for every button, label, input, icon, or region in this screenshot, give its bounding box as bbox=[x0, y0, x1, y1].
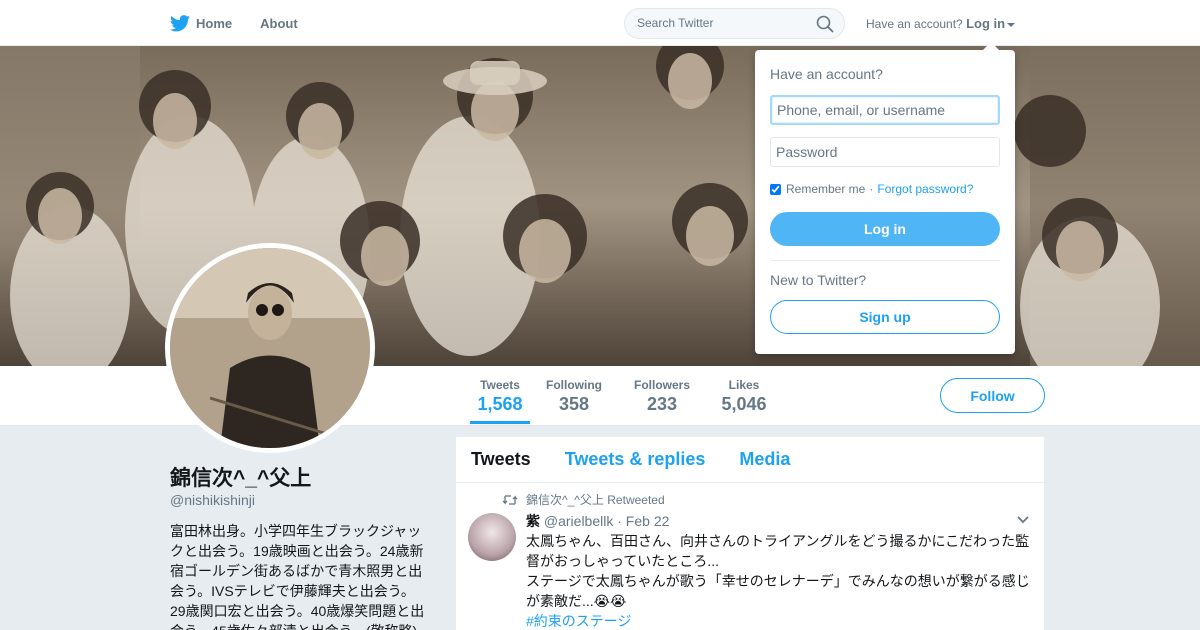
stat-value: 1,568 bbox=[477, 394, 523, 414]
username-field[interactable] bbox=[770, 95, 1000, 125]
home-label: Home bbox=[196, 15, 233, 31]
stat-value: 5,046 bbox=[721, 394, 767, 414]
tab-tweets-replies[interactable]: Tweets & replies bbox=[565, 449, 706, 470]
search-box[interactable] bbox=[624, 8, 845, 39]
login-dropdown: Have an account? Remember me · Forgot pa… bbox=[755, 42, 1015, 354]
new-to-twitter-text: New to Twitter? bbox=[770, 272, 867, 288]
tweet-text: 太鳳ちゃん、百田さん、向井さんのトライアングルをどう撮るかにこだわった監督がおっ… bbox=[526, 531, 1036, 630]
timeline-tabs: Tweets Tweets & replies Media bbox=[456, 437, 1044, 483]
profile-name[interactable]: 錦信次^_^父上 bbox=[170, 462, 311, 492]
signup-button[interactable]: Sign up bbox=[770, 300, 1000, 334]
chevron-down-icon[interactable] bbox=[1016, 515, 1030, 525]
timeline: Tweets Tweets & replies Media 錦信次^_^父上 R… bbox=[456, 437, 1044, 630]
top-navigation-bar: Home About Have an account? Log in bbox=[0, 0, 1200, 46]
stat-label: Followers bbox=[633, 378, 690, 392]
caret-down-icon bbox=[1007, 22, 1016, 27]
tweet-author-name[interactable]: 紫 bbox=[526, 513, 540, 529]
dropdown-title: Have an account? bbox=[770, 66, 883, 82]
search-input[interactable] bbox=[637, 16, 807, 30]
tab-tweets[interactable]: Tweets bbox=[471, 449, 531, 470]
tweet-item[interactable]: 錦信次^_^父上 Retweeted 紫 @arielbellk · Feb 2… bbox=[456, 483, 1044, 630]
about-link[interactable]: About bbox=[260, 16, 298, 31]
tab-media[interactable]: Media bbox=[739, 449, 790, 470]
account-prompt: Have an account? Log in bbox=[866, 16, 1016, 31]
search-icon[interactable] bbox=[816, 15, 834, 33]
avatar-image bbox=[170, 248, 370, 448]
separator-dot: · bbox=[869, 182, 874, 196]
stat-label: Likes bbox=[728, 378, 760, 392]
password-field[interactable] bbox=[770, 137, 1000, 167]
stat-label: Tweets bbox=[480, 378, 520, 392]
profile-avatar[interactable] bbox=[165, 243, 375, 453]
tweet-author-handle[interactable]: @arielbellk bbox=[544, 513, 613, 529]
retweet-icon bbox=[502, 494, 518, 505]
follow-button[interactable]: Follow bbox=[940, 378, 1045, 413]
divider bbox=[770, 260, 1000, 261]
retweet-context: 錦信次^_^父上 Retweeted bbox=[502, 491, 665, 508]
remember-me-checkbox[interactable] bbox=[770, 183, 781, 195]
nav-left: Home About bbox=[170, 0, 298, 46]
stat-tweets[interactable]: Tweets 1,568 bbox=[470, 378, 530, 424]
tweet-date[interactable]: · Feb 22 bbox=[617, 513, 669, 529]
remember-me-label[interactable]: Remember me bbox=[786, 182, 865, 196]
stat-followers[interactable]: Followers 233 bbox=[632, 378, 692, 415]
tweet-text-line: 太鳳ちゃん、百田さん、向井さんのトライアングルをどう撮るかにこだわった監督がおっ… bbox=[526, 533, 1030, 569]
tweet-text-line: ステージで太鳳ちゃんが歌う「幸せのセレナーデ」でみんなの想いが繋がる感じが素敵だ… bbox=[526, 573, 1030, 609]
stat-value: 358 bbox=[558, 394, 590, 414]
login-dropdown-toggle[interactable]: Log in bbox=[966, 16, 1016, 31]
remember-row: Remember me · Forgot password? bbox=[770, 182, 973, 196]
stat-value: 233 bbox=[646, 394, 678, 414]
stat-label: Following bbox=[546, 378, 602, 392]
stat-likes[interactable]: Likes 5,046 bbox=[714, 378, 774, 415]
stat-following[interactable]: Following 358 bbox=[544, 378, 604, 415]
forgot-password-link[interactable]: Forgot password? bbox=[877, 182, 973, 196]
profile-bio: 富田林出身。小学四年生ブラックジャックと出会う。19歳映画と出会う。24歳新宿ゴ… bbox=[170, 523, 425, 630]
login-button[interactable]: Log in bbox=[770, 212, 1000, 246]
twitter-bird-icon bbox=[170, 14, 190, 31]
have-account-text: Have an account? bbox=[866, 17, 963, 31]
retweeted-by-text[interactable]: 錦信次^_^父上 Retweeted bbox=[526, 491, 665, 508]
tweet-header: 紫 @arielbellk · Feb 22 bbox=[526, 511, 669, 531]
profile-handle[interactable]: @nishikishinji bbox=[170, 492, 255, 508]
tweet-hashtag[interactable]: #約束のステージ bbox=[526, 611, 1036, 630]
home-link[interactable]: Home bbox=[170, 14, 233, 32]
tweet-author-avatar[interactable] bbox=[468, 513, 516, 561]
